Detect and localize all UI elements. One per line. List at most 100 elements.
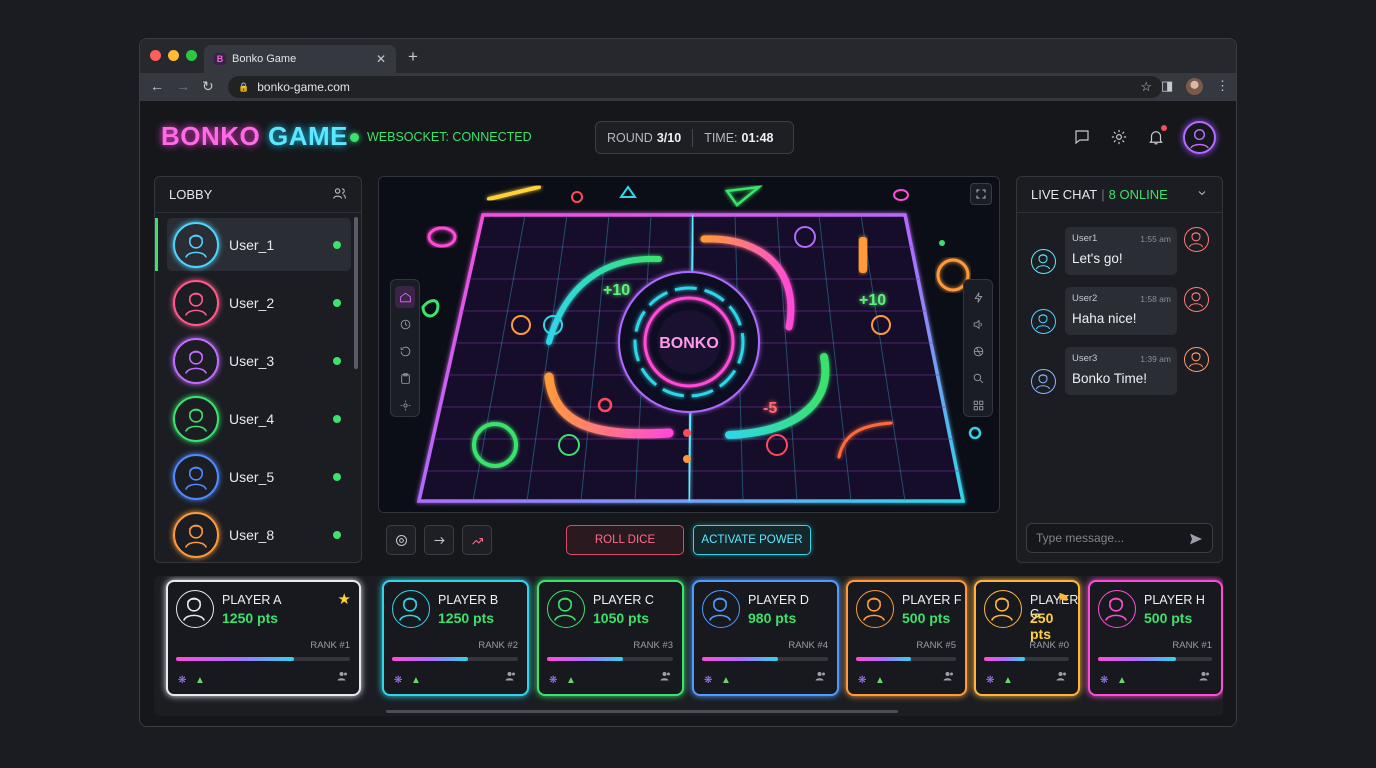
paw-icon: ❋	[1100, 675, 1109, 686]
forward-icon[interactable]: →	[176, 78, 190, 94]
player-card[interactable]: PLAYER C 1050 pts RANK #3 ❋ ▲	[537, 580, 684, 696]
new-tab-button[interactable]: +	[408, 47, 418, 67]
team-icon[interactable]	[505, 669, 517, 687]
team-icon[interactable]	[337, 669, 349, 687]
lobby-user-item[interactable]: User_2	[167, 276, 351, 329]
users-icon[interactable]	[332, 186, 347, 204]
aperture-icon[interactable]	[968, 340, 988, 362]
browser-tab[interactable]: B Bonko Game ✕	[204, 45, 396, 73]
lobby-user-avatar	[173, 221, 219, 268]
zoom-icon[interactable]	[968, 367, 988, 389]
chat-message: User3 1:39 am Bonko Time!	[1029, 347, 1213, 397]
url-input[interactable]: 🔒 bonko-game.com ☆	[228, 76, 1162, 98]
lobby-user-item[interactable]: User_5	[167, 450, 351, 503]
lobby-user-avatar	[173, 337, 219, 384]
settings-gear-icon[interactable]	[1109, 127, 1129, 147]
lobby-user-item[interactable]: User_3	[167, 334, 351, 387]
chevron-down-icon[interactable]	[1196, 187, 1208, 202]
lobby-scrollbar[interactable]	[354, 217, 358, 369]
player-card[interactable]: PLAYER H 500 pts RANK #1 ❋ ▲	[1088, 580, 1223, 696]
back-icon[interactable]: ←	[150, 78, 164, 94]
chat-bubble: User3 1:39 am Bonko Time!	[1065, 347, 1177, 395]
send-icon[interactable]	[1188, 531, 1204, 550]
tree-icon: ▲	[1003, 675, 1013, 686]
lobby-user-name: User_1	[229, 236, 275, 253]
close-tab-icon[interactable]: ✕	[376, 52, 386, 66]
chat-icon[interactable]	[1072, 127, 1092, 147]
player-name: PLAYER H	[1144, 593, 1205, 607]
player-points: 500 pts	[902, 610, 951, 626]
player-avatar	[176, 590, 214, 628]
websocket-status: WEBSOCKET: CONNECTED	[350, 130, 532, 144]
online-dot-icon	[333, 240, 341, 249]
team-icon[interactable]	[660, 669, 672, 687]
power-bolt-icon[interactable]	[968, 286, 988, 308]
game-board[interactable]: BONKO +10 +10 -5	[378, 176, 1000, 513]
fullscreen-icon[interactable]	[970, 183, 992, 205]
chat-timestamp: 1:58 am	[1140, 294, 1171, 304]
lobby-user-item[interactable]: User_1	[155, 218, 351, 271]
time-label: TIME:	[704, 130, 738, 145]
team-icon[interactable]	[1199, 669, 1211, 687]
online-dot-icon	[333, 298, 341, 307]
user-avatar[interactable]	[1183, 121, 1216, 154]
player-name: PLAYER A	[222, 593, 282, 607]
next-turn-button[interactable]	[424, 525, 454, 555]
reload-icon[interactable]: ↻	[202, 78, 214, 95]
chat-message: User2 1:58 am Haha nice!	[1029, 287, 1213, 337]
browser-window: B Bonko Game ✕ + ← → ↻ 🔒 bonko-game.com …	[139, 38, 1237, 727]
team-icon[interactable]	[1056, 669, 1068, 687]
home-tool-icon[interactable]	[395, 286, 415, 308]
roll-dice-button[interactable]: ROLL DICE	[566, 525, 684, 555]
activate-power-button[interactable]: ACTIVATE POWER	[693, 525, 811, 555]
player-progress-bar	[392, 657, 518, 661]
stats-trend-button[interactable]	[462, 525, 492, 555]
clipboard-tool-icon[interactable]	[395, 367, 415, 389]
team-icon[interactable]	[943, 669, 955, 687]
player-badge-icon: ★	[337, 591, 351, 608]
notification-bell-icon[interactable]	[1146, 125, 1167, 147]
lobby-user-item[interactable]: User_4	[167, 392, 351, 445]
paw-icon: ❋	[549, 675, 558, 686]
player-card[interactable]: PLAYER A 1250 pts ★ RANK #1 ❋ ▲	[166, 580, 361, 696]
tab-title: Bonko Game	[232, 53, 297, 65]
clock-tool-icon[interactable]	[395, 313, 415, 335]
player-name: PLAYER F	[902, 593, 962, 607]
online-dot-icon	[333, 472, 341, 481]
player-name: PLAYER B	[438, 593, 499, 607]
grid-apps-icon[interactable]	[968, 394, 988, 416]
minimize-window-button[interactable]	[168, 50, 179, 61]
chat-sender-avatar	[1031, 249, 1056, 274]
lobby-header: LOBBY	[155, 177, 361, 213]
player-points: 250 pts	[1030, 610, 1054, 642]
volume-icon[interactable]	[968, 313, 988, 335]
chat-message-input[interactable]: Type message...	[1026, 523, 1213, 553]
team-icon[interactable]	[815, 669, 827, 687]
lobby-user-name: User_5	[229, 468, 275, 485]
chat-title: LIVE CHAT	[1031, 187, 1098, 202]
chat-reaction-avatar	[1184, 227, 1209, 252]
settings-tool-icon[interactable]	[395, 394, 415, 416]
lobby-user-item[interactable]: User_8	[167, 508, 351, 561]
history-tool-icon[interactable]	[395, 340, 415, 362]
close-window-button[interactable]	[150, 50, 161, 61]
player-card[interactable]: PLAYER F 500 pts RANK #5 ❋ ▲	[846, 580, 967, 696]
player-card[interactable]: PLAYER B 1250 pts RANK #2 ❋ ▲	[382, 580, 529, 696]
player-card[interactable]: PLAYER G 250 pts ⚑ RANK #0 ❋ ▲	[974, 580, 1080, 696]
tree-icon: ▲	[566, 675, 576, 686]
game-settings-button[interactable]	[386, 525, 416, 555]
board-center-label: BONKO	[659, 335, 719, 352]
browser-profile-avatar[interactable]	[1186, 78, 1203, 95]
player-rank: RANK #1	[1172, 640, 1212, 651]
chat-text: Bonko Time!	[1072, 371, 1148, 386]
board-left-toolbar	[390, 279, 420, 417]
tree-icon: ▲	[875, 675, 885, 686]
browser-menu-icon[interactable]: ⋮	[1216, 78, 1229, 94]
maximize-window-button[interactable]	[186, 50, 197, 61]
player-rank: RANK #5	[916, 640, 956, 651]
chat-timestamp: 1:55 am	[1140, 234, 1171, 244]
bookmark-star-icon[interactable]: ☆	[1140, 79, 1152, 95]
sidepanel-icon[interactable]: ◨	[1161, 78, 1173, 94]
players-scrollbar[interactable]	[386, 710, 898, 713]
player-card[interactable]: PLAYER D 980 pts RANK #4 ❋ ▲	[692, 580, 839, 696]
